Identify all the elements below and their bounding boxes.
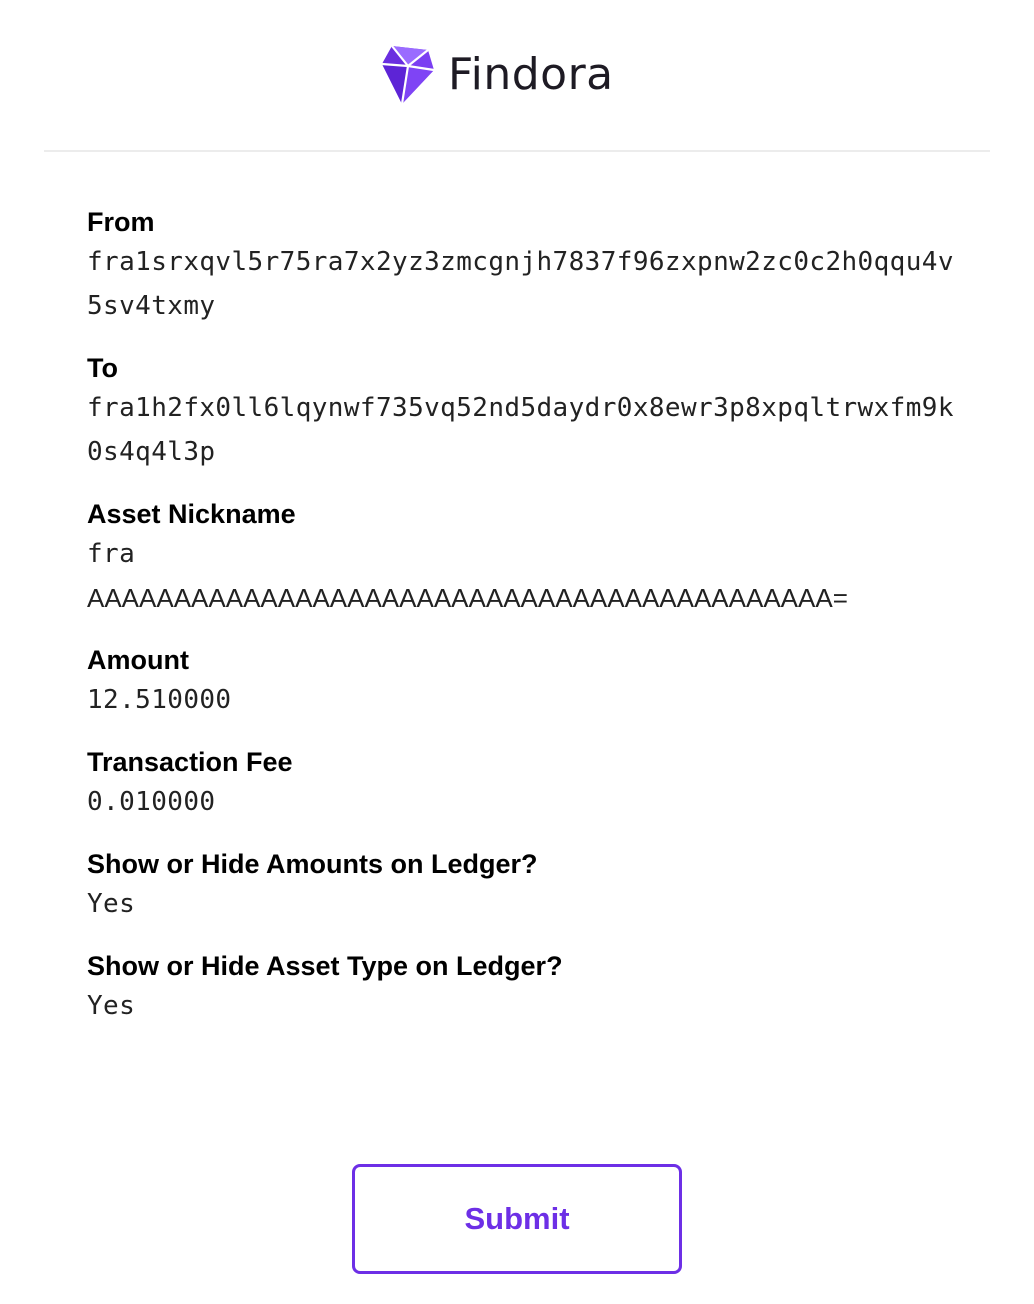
to-address: fra1h2fx0ll6lqynwf735vq52nd5daydr0x8ewr3… <box>87 393 954 467</box>
amount-label: Amount <box>87 645 189 675</box>
findora-gem-icon <box>381 45 435 105</box>
asset-code-value: AAAAAAAAAAAAAAAAAAAAAAAAAAAAAAAAAAAAAAAA… <box>87 583 848 613</box>
show-asset-type-label: Show or Hide Asset Type on Ledger? <box>87 951 563 981</box>
transfer-summary: From fra1srxqvl5r75ra7x2yz3zmcgnjh7837f9… <box>87 204 967 1050</box>
findora-logo: Findora <box>378 44 614 106</box>
from-address: fra1srxqvl5r75ra7x2yz3zmcgnjh7837f96zxpn… <box>87 247 954 321</box>
transaction-fee-label: Transaction Fee <box>87 747 293 777</box>
amount-field: Amount 12.510000 <box>87 642 967 722</box>
asset-nickname-label: Asset Nickname <box>87 499 296 529</box>
to-field: To fra1h2fx0ll6lqynwf735vq52nd5daydr0x8e… <box>87 350 967 474</box>
asset-nickname-field: Asset Nickname fra AAAAAAAAAAAAAAAAAAAAA… <box>87 496 967 620</box>
show-asset-type-field: Show or Hide Asset Type on Ledger? Yes <box>87 948 967 1028</box>
brand-name: Findora <box>448 49 614 100</box>
to-label: To <box>87 353 118 383</box>
header: Findora <box>0 0 1034 150</box>
from-field: From fra1srxqvl5r75ra7x2yz3zmcgnjh7837f9… <box>87 204 967 328</box>
submit-button[interactable]: Submit <box>352 1164 682 1274</box>
transaction-fee-value: 0.010000 <box>87 787 216 817</box>
show-amounts-value: Yes <box>87 889 136 919</box>
show-amounts-field: Show or Hide Amounts on Ledger? Yes <box>87 846 967 926</box>
asset-nickname-value: fra <box>87 539 136 569</box>
from-label: From <box>87 207 155 237</box>
transaction-fee-field: Transaction Fee 0.010000 <box>87 744 967 824</box>
show-amounts-label: Show or Hide Amounts on Ledger? <box>87 849 538 879</box>
show-asset-type-value: Yes <box>87 991 136 1021</box>
amount-value: 12.510000 <box>87 685 232 715</box>
header-divider <box>44 150 990 152</box>
